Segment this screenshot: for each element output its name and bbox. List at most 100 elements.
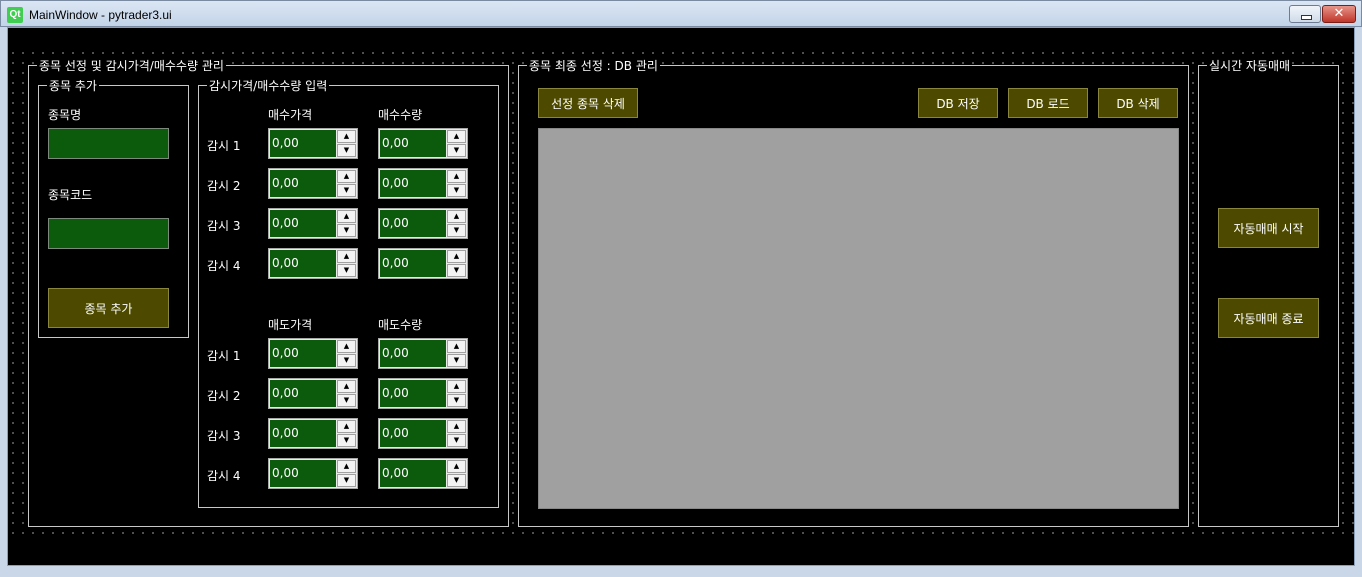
spinbox-value[interactable]: 0,00 (270, 340, 336, 367)
window-bottom-frame (0, 566, 1362, 577)
spin-up-arrow-icon[interactable]: ▲ (337, 380, 356, 393)
watch-label: 감시 2 (207, 389, 241, 403)
buy-price-header: 매수가격 (268, 108, 313, 122)
sell-qty-spinbox[interactable]: 0,00 ▲ ▼ (378, 458, 468, 489)
minimize-button[interactable] (1289, 5, 1321, 23)
spin-down-arrow-icon[interactable]: ▼ (447, 354, 466, 367)
spin-down-arrow-icon[interactable]: ▼ (447, 264, 466, 277)
buy-qty-spinbox[interactable]: 0,00 ▲ ▼ (378, 128, 468, 159)
spinbox-value[interactable]: 0,00 (270, 130, 336, 157)
spin-down-arrow-icon[interactable]: ▼ (447, 474, 466, 487)
group-title: 종목 추가 (47, 77, 99, 94)
buy-price-spinbox[interactable]: 0,00 ▲ ▼ (268, 168, 358, 199)
spin-down-arrow-icon[interactable]: ▼ (337, 224, 356, 237)
db-load-button[interactable]: DB 로드 (1008, 88, 1088, 118)
spinbox-value[interactable]: 0,00 (380, 130, 446, 157)
buy-qty-spinbox[interactable]: 0,00 ▲ ▼ (378, 168, 468, 199)
spinbox-value[interactable]: 0,00 (270, 420, 336, 447)
db-delete-button[interactable]: DB 삭제 (1098, 88, 1178, 118)
sell-qty-spinbox[interactable]: 0,00 ▲ ▼ (378, 418, 468, 449)
spin-down-arrow-icon[interactable]: ▼ (337, 394, 356, 407)
spin-up-arrow-icon[interactable]: ▲ (447, 420, 466, 433)
spin-down-arrow-icon[interactable]: ▼ (447, 184, 466, 197)
spin-up-arrow-icon[interactable]: ▲ (337, 420, 356, 433)
qt-logo-icon: Qt (7, 7, 23, 23)
spin-down-arrow-icon[interactable]: ▼ (337, 264, 356, 277)
spin-up-arrow-icon[interactable]: ▲ (337, 170, 356, 183)
spin-up-arrow-icon[interactable]: ▲ (447, 380, 466, 393)
spin-down-arrow-icon[interactable]: ▼ (447, 224, 466, 237)
group-title: 종목 선정 및 감시가격/매수수량 관리 (37, 57, 226, 74)
title-bar (0, 0, 1362, 27)
sell-qty-spinbox[interactable]: 0,00 ▲ ▼ (378, 378, 468, 409)
spin-up-arrow-icon[interactable]: ▲ (337, 130, 356, 143)
spin-down-arrow-icon[interactable]: ▼ (337, 184, 356, 197)
spin-down-arrow-icon[interactable]: ▼ (447, 394, 466, 407)
sell-price-spinbox[interactable]: 0,00 ▲ ▼ (268, 458, 358, 489)
sell-price-spinbox[interactable]: 0,00 ▲ ▼ (268, 338, 358, 369)
watch-label: 감시 3 (207, 429, 241, 443)
spin-down-arrow-icon[interactable]: ▼ (447, 144, 466, 157)
spin-up-arrow-icon[interactable]: ▲ (447, 250, 466, 263)
buy-qty-spinbox[interactable]: 0,00 ▲ ▼ (378, 248, 468, 279)
spin-down-arrow-icon[interactable]: ▼ (337, 474, 356, 487)
buy-price-spinbox[interactable]: 0,00 ▲ ▼ (268, 128, 358, 159)
buy-price-spinbox[interactable]: 0,00 ▲ ▼ (268, 248, 358, 279)
group-title: 실시간 자동매매 (1207, 57, 1293, 74)
db-save-button[interactable]: DB 저장 (918, 88, 998, 118)
buy-price-spinbox[interactable]: 0,00 ▲ ▼ (268, 208, 358, 239)
sell-price-spinbox[interactable]: 0,00 ▲ ▼ (268, 378, 358, 409)
spinbox-value[interactable]: 0,00 (270, 460, 336, 487)
spinbox-value[interactable]: 0,00 (380, 170, 446, 197)
sell-price-spinbox[interactable]: 0,00 ▲ ▼ (268, 418, 358, 449)
minimize-icon (1301, 15, 1312, 20)
spin-up-arrow-icon[interactable]: ▲ (447, 170, 466, 183)
watch-label: 감시 4 (207, 259, 241, 273)
spin-down-arrow-icon[interactable]: ▼ (337, 144, 356, 157)
spin-down-arrow-icon[interactable]: ▼ (447, 434, 466, 447)
spinbox-value[interactable]: 0,00 (380, 340, 446, 367)
spin-down-arrow-icon[interactable]: ▼ (337, 354, 356, 367)
watch-label: 감시 4 (207, 469, 241, 483)
spinbox-value[interactable]: 0,00 (270, 250, 336, 277)
group-title: 감시가격/매수수량 입력 (207, 77, 330, 94)
spinbox-value[interactable]: 0,00 (380, 420, 446, 447)
spin-up-arrow-icon[interactable]: ▲ (447, 130, 466, 143)
stock-code-input[interactable] (48, 218, 169, 249)
sell-qty-spinbox[interactable]: 0,00 ▲ ▼ (378, 338, 468, 369)
auto-trading-group: 실시간 자동매매 (1198, 57, 1339, 527)
watch-label: 감시 1 (207, 139, 241, 153)
watch-label: 감시 2 (207, 179, 241, 193)
sell-qty-header: 매도수량 (378, 318, 423, 332)
add-stock-button[interactable]: 종목 추가 (48, 288, 169, 328)
stock-name-label: 종목명 (48, 108, 82, 122)
spin-up-arrow-icon[interactable]: ▲ (447, 210, 466, 223)
spin-down-arrow-icon[interactable]: ▼ (337, 434, 356, 447)
close-icon: ✕ (1333, 6, 1345, 21)
sell-price-header: 매도가격 (268, 318, 313, 332)
auto-trade-stop-button[interactable]: 자동매매 종료 (1218, 298, 1319, 338)
spin-up-arrow-icon[interactable]: ▲ (337, 460, 356, 473)
buy-qty-spinbox[interactable]: 0,00 ▲ ▼ (378, 208, 468, 239)
spin-up-arrow-icon[interactable]: ▲ (337, 340, 356, 353)
group-title: 종목 최종 선정 : DB 관리 (527, 57, 660, 74)
stock-name-input[interactable] (48, 128, 169, 159)
spin-up-arrow-icon[interactable]: ▲ (337, 250, 356, 263)
watch-label: 감시 3 (207, 219, 241, 233)
delete-selected-button[interactable]: 선정 종목 삭제 (538, 88, 638, 118)
auto-trade-start-button[interactable]: 자동매매 시작 (1218, 208, 1319, 248)
spinbox-value[interactable]: 0,00 (270, 210, 336, 237)
spinbox-value[interactable]: 0,00 (380, 250, 446, 277)
buy-qty-header: 매수수량 (378, 108, 423, 122)
spinbox-value[interactable]: 0,00 (270, 380, 336, 407)
spin-up-arrow-icon[interactable]: ▲ (447, 340, 466, 353)
stock-code-label: 종목코드 (48, 188, 93, 202)
spin-up-arrow-icon[interactable]: ▲ (337, 210, 356, 223)
close-button[interactable]: ✕ (1322, 5, 1356, 23)
spin-up-arrow-icon[interactable]: ▲ (447, 460, 466, 473)
db-table-view[interactable] (538, 128, 1179, 509)
spinbox-value[interactable]: 0,00 (380, 210, 446, 237)
spinbox-value[interactable]: 0,00 (270, 170, 336, 197)
spinbox-value[interactable]: 0,00 (380, 380, 446, 407)
spinbox-value[interactable]: 0,00 (380, 460, 446, 487)
